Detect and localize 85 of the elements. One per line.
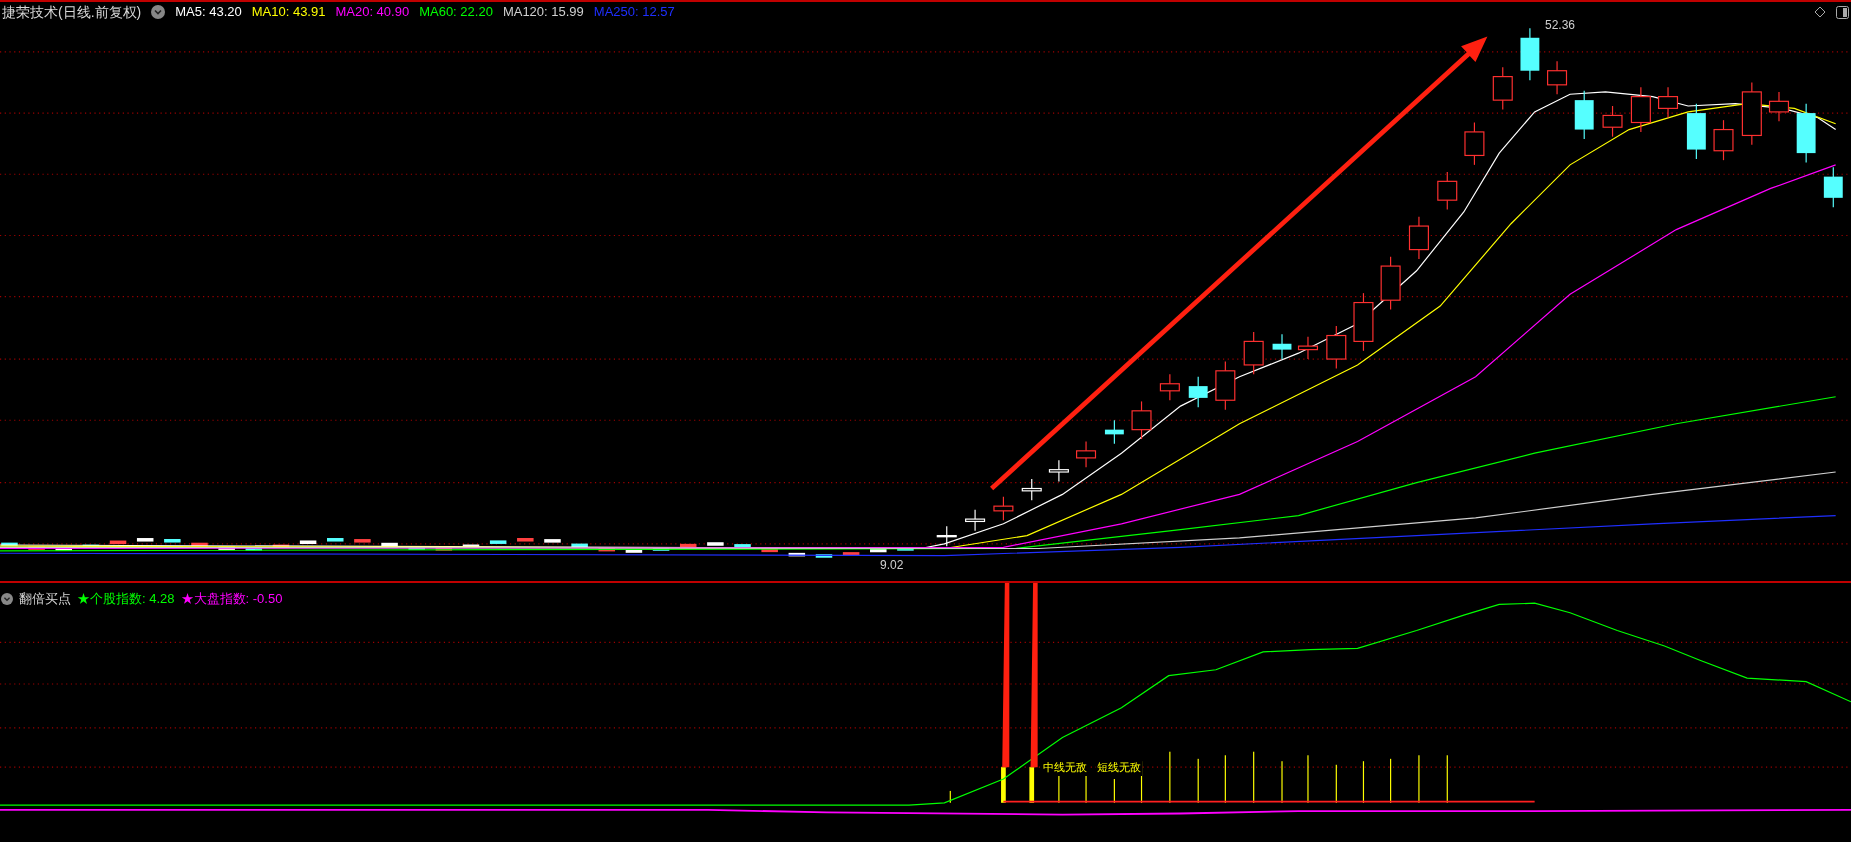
candlestick — [965, 509, 986, 532]
candlestick — [707, 542, 724, 546]
candlestick — [544, 539, 561, 543]
indicator-legend-label: ★个股指数: 4.28 — [77, 590, 175, 608]
candlestick — [1741, 81, 1762, 146]
candlestick — [842, 552, 860, 556]
candlestick — [993, 496, 1014, 521]
ma-legend-label: MA20: 40.90 — [335, 3, 410, 22]
candlestick — [462, 544, 480, 549]
diamond-icon[interactable] — [1814, 6, 1826, 18]
candlestick — [1547, 60, 1568, 95]
candlestick — [1159, 373, 1180, 401]
candlestick — [571, 543, 588, 548]
candlestick — [679, 543, 697, 548]
candlestick — [1131, 400, 1152, 440]
candlestick — [218, 546, 235, 550]
candlestick — [1464, 121, 1485, 166]
candlestick — [598, 547, 616, 552]
candlestick — [1658, 86, 1679, 119]
candlestick — [788, 552, 806, 557]
candlestick — [1326, 325, 1347, 370]
candlestick — [1272, 333, 1292, 360]
candlestick — [299, 540, 317, 544]
panel-toggle-icon[interactable] — [1836, 5, 1849, 19]
candlestick — [936, 525, 957, 547]
candlestick — [1796, 103, 1816, 164]
chevron-circle-icon[interactable] — [151, 5, 166, 19]
signal-label: 短线无敌 — [1096, 759, 1142, 776]
signal-bar — [1029, 767, 1035, 803]
candlestick — [1076, 440, 1097, 468]
candlestick — [1520, 27, 1540, 81]
candlestick — [652, 547, 670, 551]
chart-title: 捷荣技术(日线.前复权) — [2, 2, 142, 22]
candlestick — [1437, 171, 1458, 211]
candlestick — [381, 542, 398, 547]
candlestick — [1408, 216, 1429, 260]
candlestick — [1630, 86, 1651, 133]
candlestick — [1353, 292, 1374, 352]
candlestick — [109, 540, 127, 545]
ma-legend-label: MA120: 15.99 — [502, 3, 584, 22]
candlestick — [164, 539, 181, 543]
signal-label: 中线无敌 — [1042, 759, 1088, 776]
candlestick — [354, 539, 371, 543]
candlestick — [1380, 256, 1401, 311]
signal-bar — [1362, 761, 1365, 803]
candlestick — [1048, 459, 1069, 483]
indicator-legend-label: ★大盘指数: -0.50 — [180, 590, 283, 608]
candlestick — [28, 546, 45, 550]
candlestick — [435, 547, 453, 551]
candlestick — [1188, 376, 1208, 408]
candlestick — [761, 548, 778, 553]
candlestick — [245, 547, 263, 551]
ma-legend-label: MA60: 22.20 — [419, 3, 493, 22]
ma-legend-label: MA5: 43.20 — [175, 3, 242, 22]
candlestick — [815, 554, 833, 558]
candlestick — [1768, 91, 1789, 122]
indicator-title: 翻倍买点 — [19, 590, 71, 608]
candlestick — [517, 538, 534, 542]
candlestick — [1574, 90, 1594, 140]
high-price-label: 52.36 — [1545, 17, 1576, 34]
candlestick — [1, 542, 18, 547]
candlestick — [1686, 103, 1706, 160]
signal-bar — [1001, 767, 1006, 803]
candlestick — [734, 544, 751, 548]
candlestick — [897, 547, 914, 551]
candlestick — [327, 538, 344, 542]
low-price-label: 9.02 — [880, 557, 904, 574]
candlestick — [1021, 478, 1042, 501]
candlestick — [1215, 360, 1236, 411]
chevron-circle-icon[interactable] — [1, 592, 13, 605]
candlestick — [136, 538, 154, 542]
candlestick — [191, 542, 208, 547]
candlestick — [1823, 166, 1843, 208]
candlestick — [1243, 331, 1264, 375]
candlestick — [1492, 66, 1513, 111]
candlestick — [1602, 105, 1623, 138]
candlestick — [1297, 336, 1318, 360]
candlestick — [1104, 419, 1124, 445]
candlestick — [870, 548, 887, 553]
candlestick — [55, 547, 72, 551]
candlestick — [625, 549, 643, 553]
ma-legend-label: MA10: 43.91 — [251, 3, 326, 22]
ma-legend-label: MA250: 12.57 — [593, 3, 675, 22]
candlestick — [1713, 119, 1734, 161]
candlestick — [489, 540, 507, 544]
